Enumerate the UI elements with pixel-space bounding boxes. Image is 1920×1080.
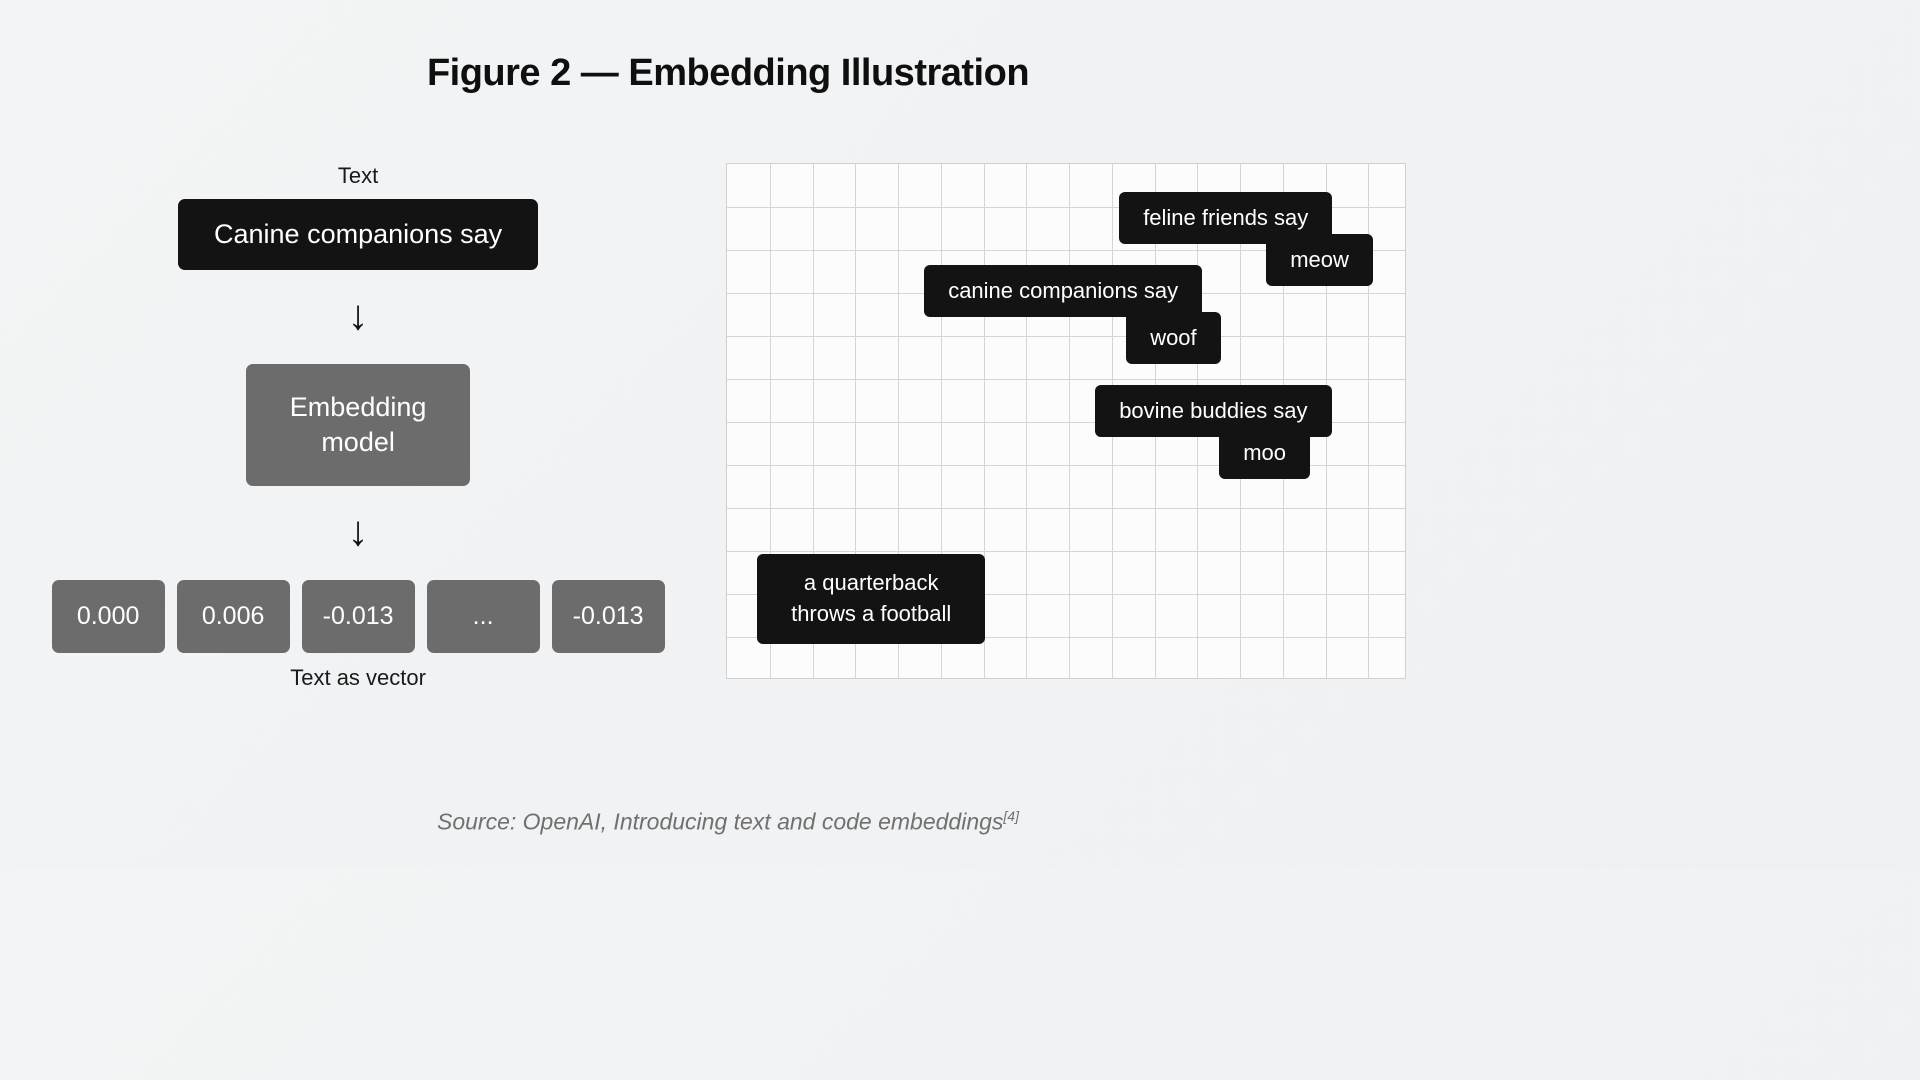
content-area: Text Canine companions say ↓ Embedding m… — [0, 163, 1456, 691]
vector-cell: ... — [427, 580, 540, 653]
grid-line — [727, 551, 1405, 552]
embedding-box: canine companions say — [924, 265, 1202, 317]
flow-diagram: Text Canine companions say ↓ Embedding m… — [50, 163, 666, 691]
vector-cell: -0.013 — [302, 580, 415, 653]
grid-line — [1026, 164, 1027, 678]
citation-ref: [4] — [1003, 808, 1019, 824]
vector-cell: -0.013 — [552, 580, 665, 653]
grid-line — [727, 379, 1405, 380]
arrow-down-icon: ↓ — [348, 510, 369, 552]
input-text-box: Canine companions say — [178, 199, 538, 270]
grid-line — [1069, 164, 1070, 678]
embedding-box: moo — [1219, 427, 1310, 479]
text-label: Text — [338, 163, 378, 189]
vector-cell: 0.000 — [52, 580, 165, 653]
vector-label: Text as vector — [290, 665, 426, 691]
model-line1: Embedding — [290, 392, 427, 422]
figure-title: Figure 2 — Embedding Illustration — [0, 52, 1456, 95]
grid-line — [727, 336, 1405, 337]
embedding-box: meow — [1266, 234, 1373, 286]
vector-row: 0.0000.006-0.013...-0.013 — [52, 580, 665, 653]
source-text: Source: OpenAI, Introducing text and cod… — [437, 809, 1003, 835]
model-box: Embedding model — [246, 364, 471, 486]
vector-cell: 0.006 — [177, 580, 290, 653]
embedding-box: woof — [1126, 312, 1220, 364]
model-line2: model — [321, 427, 395, 457]
grid-line — [727, 508, 1405, 509]
embedding-space-grid: feline friends saymeowcanine companions … — [726, 163, 1406, 679]
source-attribution: Source: OpenAI, Introducing text and cod… — [0, 808, 1456, 836]
embedding-box: a quarterback throws a football — [757, 554, 985, 644]
arrow-down-icon: ↓ — [348, 294, 369, 336]
